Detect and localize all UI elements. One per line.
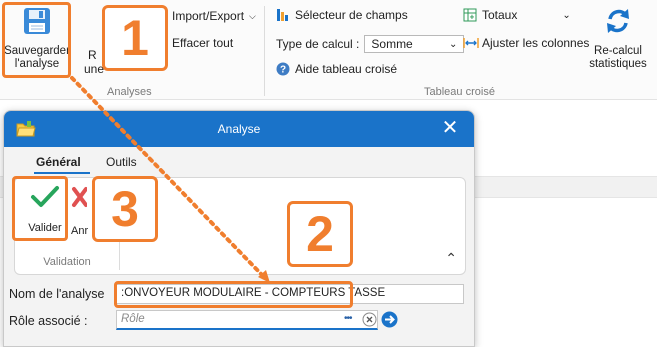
callout-dotted-arrow — [70, 76, 270, 283]
